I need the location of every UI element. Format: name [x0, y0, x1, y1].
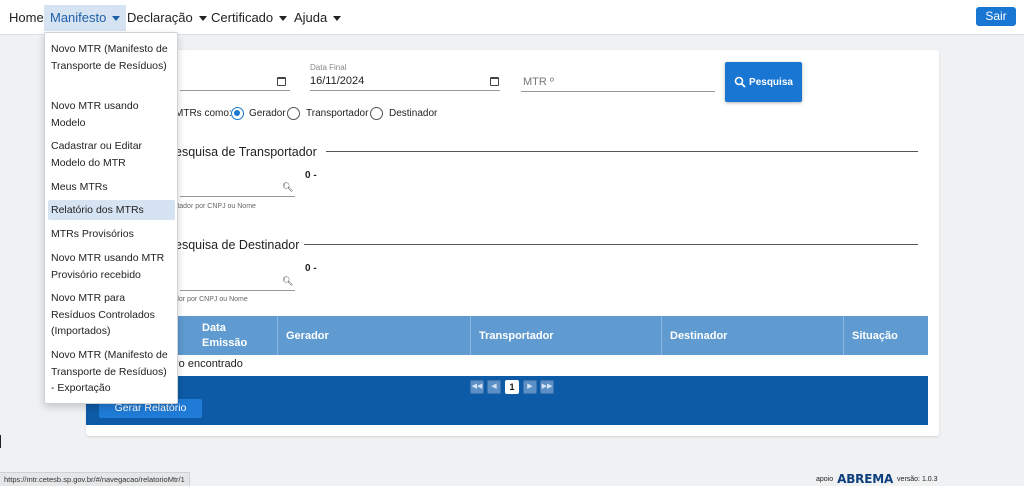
- calendar-icon[interactable]: [490, 77, 499, 86]
- chevron-down-icon: [279, 16, 288, 22]
- calendar-icon[interactable]: [277, 77, 286, 86]
- data-inicial-underline: [180, 90, 290, 91]
- search-icon[interactable]: 🔍︎: [282, 276, 293, 287]
- role-prefix-label: MTRs como:: [175, 108, 232, 119]
- menu-item-novo-mtr-controlados[interactable]: Novo MTR para Resíduos Controlados (Impo…: [48, 289, 175, 341]
- menu-item-novo-mtr-provisorio[interactable]: Novo MTR usando MTR Provisório recebido: [48, 249, 175, 284]
- results-table-header: Data Emissão Gerador Transportador Desti…: [86, 316, 928, 355]
- text-cursor: [0, 435, 1, 448]
- column-gerador[interactable]: Gerador: [277, 316, 470, 355]
- column-gerador-label: Gerador: [286, 329, 329, 342]
- column-destinador-label: Destinador: [670, 329, 728, 342]
- chevron-down-icon: [112, 16, 121, 22]
- menu-item-novo-mtr-modelo[interactable]: Novo MTR usando Modelo: [48, 97, 175, 132]
- data-final-input[interactable]: 16/11/2024: [310, 75, 364, 87]
- destinador-section-rule: [304, 244, 918, 245]
- empty-table-message: ro encontrado: [86, 355, 928, 376]
- transportador-section-rule: [326, 151, 918, 152]
- page-number-button[interactable]: 1: [505, 380, 519, 394]
- mtr-number-underline: [521, 91, 715, 92]
- transportador-count: 0 -: [305, 170, 317, 181]
- column-situacao-label: Situação: [852, 329, 898, 342]
- pesquisa-button-label: Pesquisa: [749, 76, 793, 88]
- nav-ajuda-label: Ajuda: [294, 10, 328, 25]
- nav-home[interactable]: Home: [3, 5, 50, 31]
- column-data-emissao-label: Data Emissão: [202, 321, 248, 349]
- logout-button[interactable]: Sair: [976, 7, 1016, 26]
- footer-apoio: apoio: [816, 475, 834, 483]
- empty-table-message-text: ro encontrado: [175, 358, 243, 370]
- search-icon[interactable]: 🔍︎: [282, 182, 293, 193]
- transportador-section-title: esquisa de Transportador: [175, 145, 317, 159]
- abrema-logo: ABREMA: [837, 472, 894, 486]
- column-transportador[interactable]: Transportador: [470, 316, 661, 355]
- menu-item-relatorio-mtrs[interactable]: Relatório dos MTRs: [48, 200, 175, 220]
- footer-credit: apoio ABREMA versão: 1.0.3: [816, 472, 938, 486]
- nav-manifesto-label: Manifesto: [50, 10, 107, 25]
- first-page-icon[interactable]: ◀◀: [470, 380, 484, 394]
- menu-item-cadastrar-modelo[interactable]: Cadastrar ou Editar Modelo do MTR: [48, 137, 175, 172]
- radio-gerador[interactable]: [231, 107, 244, 120]
- column-transportador-label: Transportador: [479, 329, 554, 342]
- transportador-search-hint: rtador por CNPJ ou Nome: [175, 203, 256, 210]
- prev-page-icon[interactable]: ◀: [487, 380, 501, 394]
- radio-destinador[interactable]: [370, 107, 383, 120]
- menu-item-meus-mtrs[interactable]: Meus MTRs: [48, 178, 175, 197]
- column-situacao[interactable]: Situação: [843, 316, 928, 355]
- mtr-number-input[interactable]: MTR º: [523, 76, 554, 88]
- destinador-search-hint: dor por CNPJ ou Nome: [175, 296, 248, 303]
- menu-item-novo-mtr-exportacao[interactable]: Novo MTR (Manifesto de Transporte de Res…: [48, 346, 175, 398]
- transportador-search-underline: [180, 196, 295, 197]
- radio-gerador-label: Gerador: [249, 108, 286, 119]
- column-data-emissao[interactable]: Data Emissão: [194, 316, 280, 355]
- nav-declaracao-label: Declaração: [127, 10, 193, 25]
- radio-transportador[interactable]: [287, 107, 300, 120]
- nav-certificado-label: Certificado: [211, 10, 274, 25]
- column-destinador[interactable]: Destinador: [661, 316, 843, 355]
- destinador-count: 0 -: [305, 263, 317, 274]
- footer-version: versão: 1.0.3: [897, 475, 938, 483]
- menu-item-mtrs-provisorios[interactable]: MTRs Provisórios: [48, 225, 175, 244]
- data-final-underline: [310, 90, 500, 91]
- nav-certificado[interactable]: Certificado: [205, 5, 293, 31]
- pesquisa-button[interactable]: Pesquisa: [725, 62, 802, 102]
- destinador-search-underline: [180, 290, 295, 291]
- destinador-section-title: esquisa de Destinador: [175, 238, 300, 252]
- next-page-icon[interactable]: ▶: [523, 380, 537, 394]
- nav-declaracao[interactable]: Declaração: [121, 5, 213, 31]
- data-final-label: Data Final: [310, 63, 347, 72]
- table-footer: ◀◀ ◀ 1 ▶ ▶▶: [86, 376, 928, 425]
- nav-manifesto[interactable]: Manifesto: [44, 5, 127, 31]
- radio-destinador-label: Destinador: [389, 108, 438, 119]
- nav-home-label: Home: [9, 10, 44, 25]
- nav-ajuda[interactable]: Ajuda: [288, 5, 347, 31]
- search-icon: [734, 76, 746, 88]
- manifesto-dropdown-menu: Novo MTR (Manifesto de Transporte de Res…: [44, 32, 178, 404]
- menu-item-novo-mtr[interactable]: Novo MTR (Manifesto de Transporte de Res…: [48, 40, 175, 75]
- chevron-down-icon: [333, 16, 342, 22]
- last-page-icon[interactable]: ▶▶: [540, 380, 554, 394]
- status-bar-url: https://mtr.cetesb.sp.gov.br/#/navegacao…: [0, 472, 190, 486]
- radio-transportador-label: Transportador: [306, 108, 369, 119]
- top-navbar: Home Manifesto Declaração Certificado Aj…: [0, 0, 1024, 35]
